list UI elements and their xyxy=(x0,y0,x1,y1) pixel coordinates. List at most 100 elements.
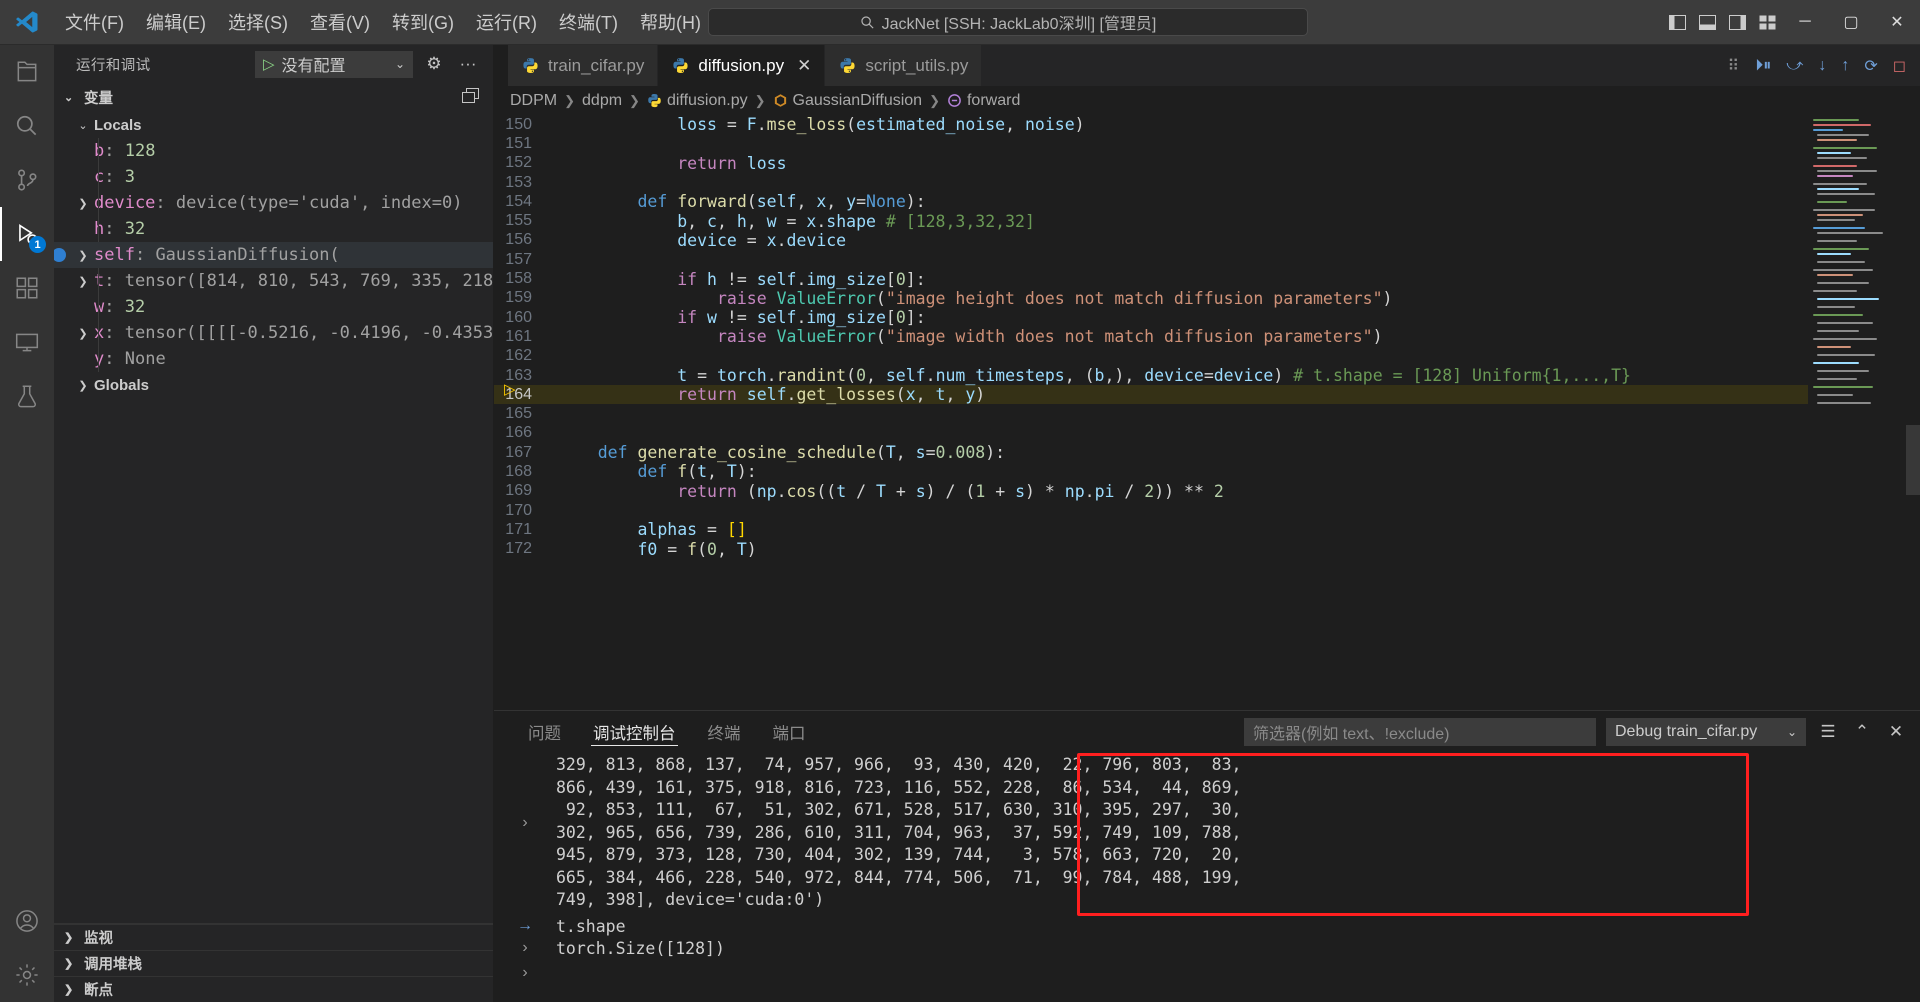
restart-icon[interactable]: ⟳ xyxy=(1864,56,1877,76)
variables-section-header[interactable]: ⌄ 变量 xyxy=(54,83,493,112)
tab-train-cifar[interactable]: train_cifar.py xyxy=(508,45,659,86)
breakpoints-section-header[interactable]: ❯ 断点 xyxy=(54,976,493,1002)
code-lines[interactable]: 150 loss = F.mse_loss(estimated_noise, n… xyxy=(494,115,1808,710)
activity-remote-explorer-icon[interactable] xyxy=(0,315,54,369)
console-input-row[interactable]: › xyxy=(494,963,1920,982)
settings-gear-icon[interactable] xyxy=(0,948,54,1002)
close-panel-icon[interactable]: ✕ xyxy=(1884,722,1908,742)
toggle-secondary-sidebar-icon[interactable] xyxy=(1722,0,1752,45)
menu-help[interactable]: 帮助(H) xyxy=(629,0,712,44)
maximize-panel-icon[interactable]: ⌃ xyxy=(1850,722,1874,742)
close-icon[interactable]: ✕ xyxy=(797,56,811,76)
variable-value: None xyxy=(124,349,166,369)
scope-label: Locals xyxy=(94,116,142,134)
panel-tab-ports[interactable]: 端口 xyxy=(757,711,822,752)
window-minimize-button[interactable]: ─ xyxy=(1782,0,1828,45)
variable-row-device[interactable]: ❯ device: device(type='cuda', index=0) xyxy=(54,190,493,216)
toggle-primary-sidebar-icon[interactable] xyxy=(1662,0,1692,45)
chevron-down-icon: ⌄ xyxy=(64,92,74,104)
step-into-icon[interactable]: ↓ xyxy=(1818,57,1826,75)
variables-tree[interactable]: ⌄ Locals b: 128 c: 3 ❯ device: device(ty… xyxy=(54,112,493,923)
chevron-right-icon[interactable]: ❯ xyxy=(72,379,94,392)
tab-script-utils[interactable]: script_utils.py xyxy=(825,45,983,86)
menu-terminal[interactable]: 终端(T) xyxy=(548,0,629,44)
quick-open-bar[interactable]: JackNet [SSH: JackLab0深圳] [管理员] xyxy=(708,8,1308,36)
toggle-panel-icon[interactable] xyxy=(1692,0,1722,45)
step-over-icon[interactable]: ⤻ xyxy=(1786,57,1803,75)
scope-globals[interactable]: ❯ Globals xyxy=(54,372,493,398)
breadcrumb-item-ddpm-folder[interactable]: ddpm xyxy=(582,92,622,110)
menu-selection[interactable]: 选择(S) xyxy=(217,0,299,44)
collapse-all-icon[interactable] xyxy=(462,88,479,107)
chevron-right-icon[interactable]: ❯ xyxy=(72,249,94,262)
variable-row-x[interactable]: ❯ x: tensor([[[[-0.5216, -0.4196, -0.435… xyxy=(54,320,493,346)
breadcrumb-label: GaussianDiffusion xyxy=(792,91,923,109)
variable-row-c[interactable]: c: 3 xyxy=(54,164,493,190)
variable-row-h[interactable]: h: 32 xyxy=(54,216,493,242)
code-line: 157 xyxy=(494,250,1808,269)
sidebar-more-actions-icon[interactable]: ··· xyxy=(455,54,481,74)
activity-source-control-icon[interactable] xyxy=(0,153,54,207)
activity-testing-icon[interactable] xyxy=(0,369,54,423)
code-line: 170 xyxy=(494,501,1808,520)
code-editor[interactable]: 150 loss = F.mse_loss(estimated_noise, n… xyxy=(494,115,1920,710)
chevron-right-icon: ❯ xyxy=(64,958,74,970)
activity-search-icon[interactable] xyxy=(0,99,54,153)
call-stack-section-header[interactable]: ❯ 调用堆栈 xyxy=(54,950,493,976)
open-launch-json-gear-icon[interactable]: ⚙ xyxy=(421,54,447,74)
clear-console-icon[interactable]: ☰ xyxy=(1816,722,1840,742)
customize-layout-icon[interactable] xyxy=(1752,0,1782,45)
scrollbar-thumb[interactable] xyxy=(1906,425,1920,495)
debug-session-dropdown[interactable]: Debug train_cifar.py ⌄ xyxy=(1606,717,1806,746)
line-number: 155 xyxy=(505,212,532,230)
menu-file[interactable]: 文件(F) xyxy=(54,0,135,44)
continue-icon[interactable]: ⏵⏸ xyxy=(1755,57,1771,75)
drag-grip-icon[interactable]: ⠿ xyxy=(1727,56,1740,76)
variable-row-w[interactable]: w: 32 xyxy=(54,294,493,320)
breadcrumb-item-ddpm[interactable]: DDPM xyxy=(510,92,557,110)
chevron-right-icon[interactable]: ❯ xyxy=(72,197,94,210)
start-debugging-icon[interactable]: ▷ xyxy=(263,55,275,73)
menu-view[interactable]: 查看(V) xyxy=(299,0,381,44)
minimap[interactable] xyxy=(1808,115,1920,710)
stop-icon[interactable]: ◻ xyxy=(1893,56,1906,76)
step-out-icon[interactable]: ↑ xyxy=(1841,57,1849,75)
code-line: 160 if w != self.img_size[0]: xyxy=(494,308,1808,327)
debug-console-output[interactable]: › 329, 813, 868, 137, 74, 957, 966, 93, … xyxy=(494,752,1920,1002)
variable-row-y[interactable]: y: None xyxy=(54,346,493,372)
chevron-right-icon[interactable]: ❯ xyxy=(72,275,94,288)
breadcrumb-item-method[interactable]: forward xyxy=(947,92,1020,110)
activity-run-and-debug-icon[interactable]: 1 xyxy=(0,207,54,261)
scope-locals[interactable]: ⌄ Locals xyxy=(54,112,493,138)
window-maximize-button[interactable]: ▢ xyxy=(1828,0,1874,45)
chevron-right-icon[interactable]: ❯ xyxy=(72,327,94,340)
debug-configuration-dropdown[interactable]: ▷ 没有配置 ⌄ xyxy=(255,50,413,78)
menu-go[interactable]: 转到(G) xyxy=(381,0,465,44)
variable-value: 128 xyxy=(124,141,156,161)
activity-extensions-icon[interactable] xyxy=(0,261,54,315)
variable-row-self[interactable]: ❯ self: GaussianDiffusion( xyxy=(54,242,493,268)
breadcrumb-label: diffusion.py xyxy=(666,91,748,109)
filter-placeholder: 筛选器(例如 text、!exclude) xyxy=(1253,725,1450,743)
panel-tab-terminal[interactable]: 终端 xyxy=(692,711,757,752)
watch-section-header[interactable]: ❯ 监视 xyxy=(54,924,493,950)
variable-row-b[interactable]: b: 128 xyxy=(54,138,493,164)
console-filter-input[interactable]: 筛选器(例如 text、!exclude) xyxy=(1244,717,1596,746)
panel-tab-problems[interactable]: 问题 xyxy=(512,711,577,752)
tab-diffusion[interactable]: diffusion.py ✕ xyxy=(658,45,826,86)
code-line-current[interactable]: 164 return self.get_losses(x, t, y) xyxy=(494,385,1808,405)
editor-scrollbar[interactable] xyxy=(1906,115,1920,710)
accounts-icon[interactable] xyxy=(0,894,54,948)
menu-run[interactable]: 运行(R) xyxy=(465,0,548,44)
console-prompt-icon: › xyxy=(522,963,528,981)
activity-explorer-icon[interactable] xyxy=(0,45,54,99)
variable-name: w xyxy=(94,297,105,317)
menu-edit[interactable]: 编辑(E) xyxy=(135,0,217,44)
breadcrumb-item-file[interactable]: diffusion.py xyxy=(647,92,748,110)
workbench: 1 运行和调试 ▷ 没有配置 ⌄ ⚙ ··· ⌄ 变量 ⌄ Locals b:… xyxy=(0,45,1920,1002)
run-and-debug-sidebar: 运行和调试 ▷ 没有配置 ⌄ ⚙ ··· ⌄ 变量 ⌄ Locals b: 12… xyxy=(54,45,494,1002)
panel-tab-debug-console[interactable]: 调试控制台 xyxy=(577,711,692,752)
breadcrumb-item-class[interactable]: GaussianDiffusion xyxy=(773,91,923,110)
window-close-button[interactable]: ✕ xyxy=(1874,0,1920,45)
variable-row-t[interactable]: ❯ t: tensor([814, 810, 543, 769, 335, 21… xyxy=(54,268,493,294)
